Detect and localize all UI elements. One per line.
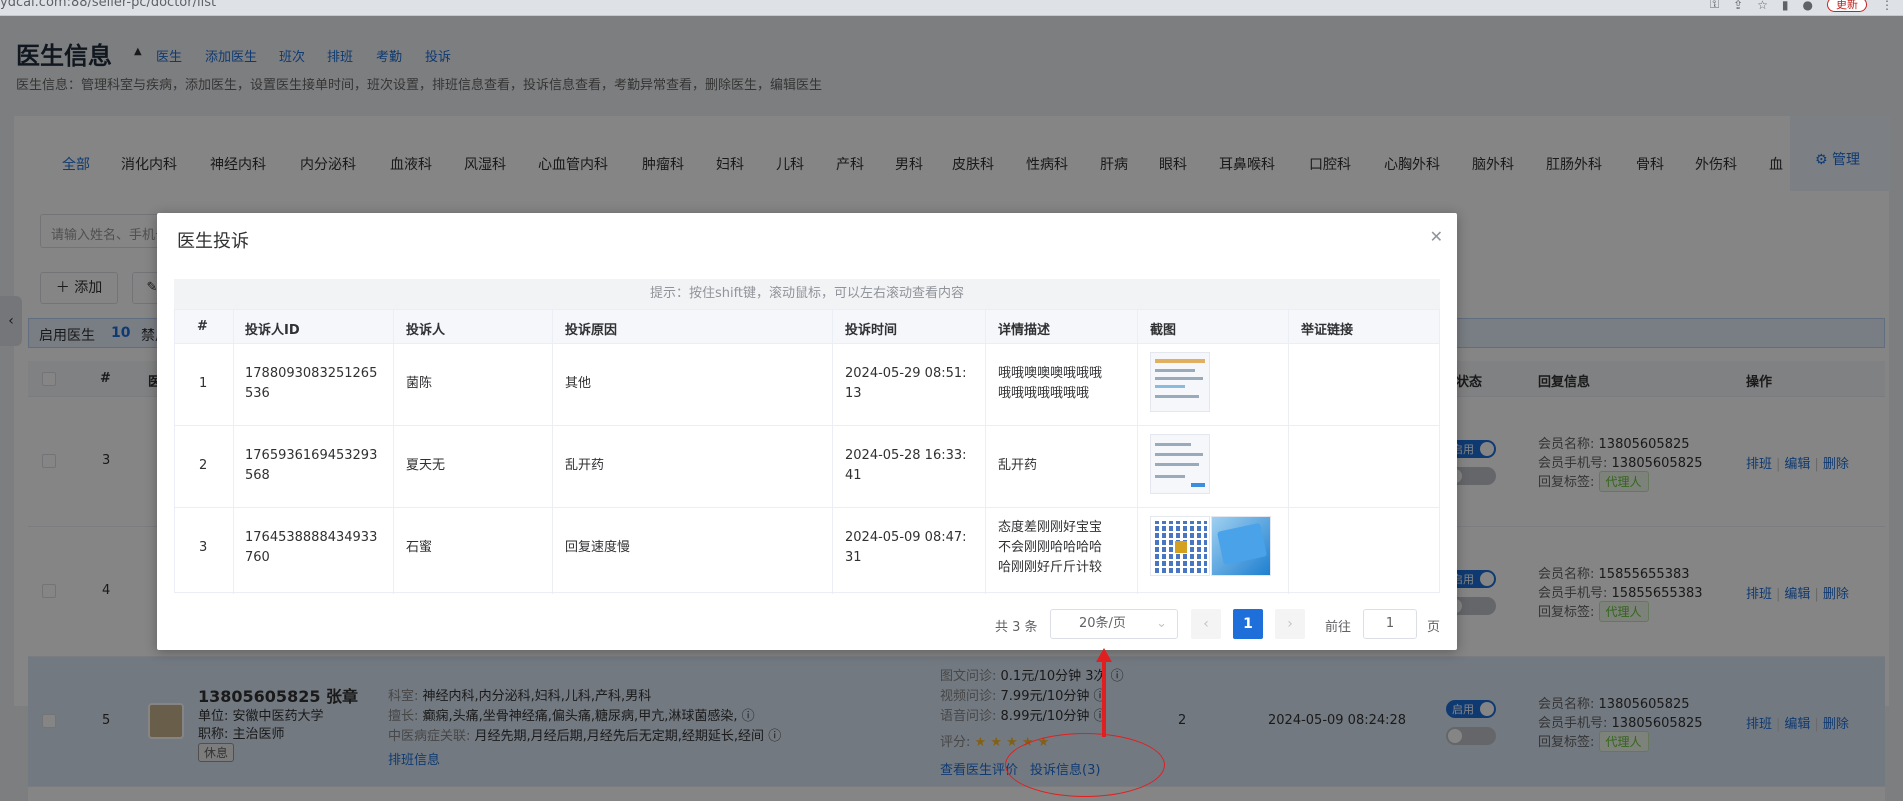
id-line: 568 xyxy=(245,468,270,483)
complainant-name: 菌陈 xyxy=(406,376,433,391)
qr-code-thumbnail[interactable] xyxy=(1150,516,1210,576)
id-line: 536 xyxy=(245,386,270,401)
page-unit-label: 页 xyxy=(1427,620,1441,635)
time-line: 2024-05-09 08:47: xyxy=(845,530,967,545)
complainant-id: 1765936169453293 568 xyxy=(245,446,377,486)
pagination: 共 3 条 20条/页 ⌄ ‹ 1 › 前往 1 页 xyxy=(157,609,1457,643)
page-button-current[interactable]: 1 xyxy=(1233,609,1263,639)
prev-page-button[interactable]: ‹ xyxy=(1191,609,1221,639)
scroll-tip: 提示：按住shift键，滚动鼠标，可以左右滚动查看内容 xyxy=(174,279,1440,309)
id-line: 1788093083251265 xyxy=(245,366,378,381)
browser-actions: ⚿ ⇪ ☆ ▮ ● 更新 ⋮ xyxy=(1710,0,1893,12)
id-line: 1764538888434933 xyxy=(245,530,378,545)
annotation-arrow xyxy=(1102,655,1106,737)
complaint-table-header: # 投诉人ID 投诉人 投诉原因 投诉时间 详情描述 截图 举证链接 xyxy=(175,310,1439,344)
complaint-num: 2 xyxy=(199,458,208,473)
complaint-reason: 乱开药 xyxy=(565,458,605,473)
complainant-id: 1788093083251265 536 xyxy=(245,364,377,404)
time-line: 2024-05-28 16:33: xyxy=(845,448,967,463)
card-photo-thumbnail[interactable] xyxy=(1211,516,1271,576)
screenshot-thumbnail[interactable] xyxy=(1150,434,1210,494)
col-time: 投诉时间 xyxy=(845,323,898,338)
complaint-time: 2024-05-28 16:33: 41 xyxy=(845,446,967,486)
complaint-num: 1 xyxy=(199,376,208,391)
annotation-circle xyxy=(1005,733,1165,797)
close-icon[interactable]: ✕ xyxy=(1430,227,1443,246)
complainant-name: 夏天无 xyxy=(406,458,446,473)
complaint-time: 2024-05-09 08:47: 31 xyxy=(845,528,967,568)
goto-label: 前往 xyxy=(1325,620,1352,635)
complaint-row: 2 1765936169453293 568 夏天无 乱开药 2024-05-28… xyxy=(175,426,1439,508)
sidebar-icon[interactable]: ▮ xyxy=(1782,0,1789,12)
desc-line: 哦哦哦哦哦哦哦 xyxy=(998,386,1090,401)
update-button[interactable]: 更新 xyxy=(1827,0,1867,12)
screenshot-thumbnail[interactable] xyxy=(1150,352,1210,412)
complaint-desc: 乱开药 xyxy=(998,456,1037,476)
time-line: 31 xyxy=(845,550,862,565)
complaint-reason: 回复速度慢 xyxy=(565,540,631,555)
desc-line: 态度差刚刚好宝宝 xyxy=(998,520,1103,535)
complainant-id: 1764538888434933 760 xyxy=(245,528,377,568)
col-num: # xyxy=(197,319,208,334)
col-screenshot: 截图 xyxy=(1150,323,1177,338)
desc-line: 哈刚刚好斤斤计较 xyxy=(998,560,1103,575)
menu-icon[interactable]: ⋮ xyxy=(1881,0,1893,12)
time-line: 13 xyxy=(845,386,862,401)
complaint-row: 3 1764538888434933 760 石蜜 回复速度慢 2024-05-0… xyxy=(175,508,1439,590)
complaint-desc: 态度差刚刚好宝宝 不会刚刚哈哈哈哈 哈刚刚好斤斤计较 xyxy=(998,518,1102,578)
id-line: 760 xyxy=(245,550,270,565)
next-page-button[interactable]: › xyxy=(1275,609,1305,639)
key-icon[interactable]: ⚿ xyxy=(1710,0,1719,12)
complaint-table: # 投诉人ID 投诉人 投诉原因 投诉时间 详情描述 截图 举证链接 1 178… xyxy=(174,309,1440,594)
complaint-desc: 哦哦噢噢噢哦哦哦 哦哦哦哦哦哦哦 xyxy=(998,364,1102,404)
share-icon[interactable]: ⇪ xyxy=(1733,0,1743,12)
col-reason: 投诉原因 xyxy=(565,323,618,338)
complaint-row: 1 1788093083251265 536 菌陈 其他 2024-05-29 0… xyxy=(175,344,1439,426)
desc-line: 不会刚刚哈哈哈哈 xyxy=(998,540,1103,555)
id-line: 1765936169453293 xyxy=(245,448,378,463)
pager-total: 共 3 条 xyxy=(995,620,1038,635)
complaint-dialog: 医生投诉 ✕ 提示：按住shift键，滚动鼠标，可以左右滚动查看内容 # 投诉人… xyxy=(157,213,1457,650)
time-line: 2024-05-29 08:51: xyxy=(845,366,967,381)
profile-icon[interactable]: ● xyxy=(1803,0,1813,12)
time-line: 41 xyxy=(845,468,862,483)
page-size-value: 20条/页 xyxy=(1079,616,1126,631)
arrow-up-icon xyxy=(1096,648,1112,662)
complainant-name: 石蜜 xyxy=(406,540,433,555)
complaint-time: 2024-05-29 08:51: 13 xyxy=(845,364,967,404)
star-icon[interactable]: ☆ xyxy=(1757,0,1768,12)
col-complainant: 投诉人 xyxy=(406,323,446,338)
dialog-title: 医生投诉 xyxy=(177,231,249,252)
chevron-down-icon: ⌄ xyxy=(1156,616,1167,631)
complaint-reason: 其他 xyxy=(565,376,592,391)
desc-line: 乱开药 xyxy=(998,458,1038,473)
browser-toolbar: ydcai.com:88/seller-pc/doctor/list ⚿ ⇪ ☆… xyxy=(0,0,1903,16)
complaint-num: 3 xyxy=(199,540,208,555)
address-bar[interactable]: ydcai.com:88/seller-pc/doctor/list xyxy=(0,0,216,10)
goto-page-input[interactable]: 1 xyxy=(1363,609,1417,639)
page-size-select[interactable]: 20条/页 ⌄ xyxy=(1050,609,1178,639)
col-complainant-id: 投诉人ID xyxy=(245,323,300,338)
desc-line: 哦哦噢噢噢哦哦哦 xyxy=(998,366,1103,381)
col-evidence-link: 举证链接 xyxy=(1301,323,1354,338)
col-description: 详情描述 xyxy=(998,323,1051,338)
